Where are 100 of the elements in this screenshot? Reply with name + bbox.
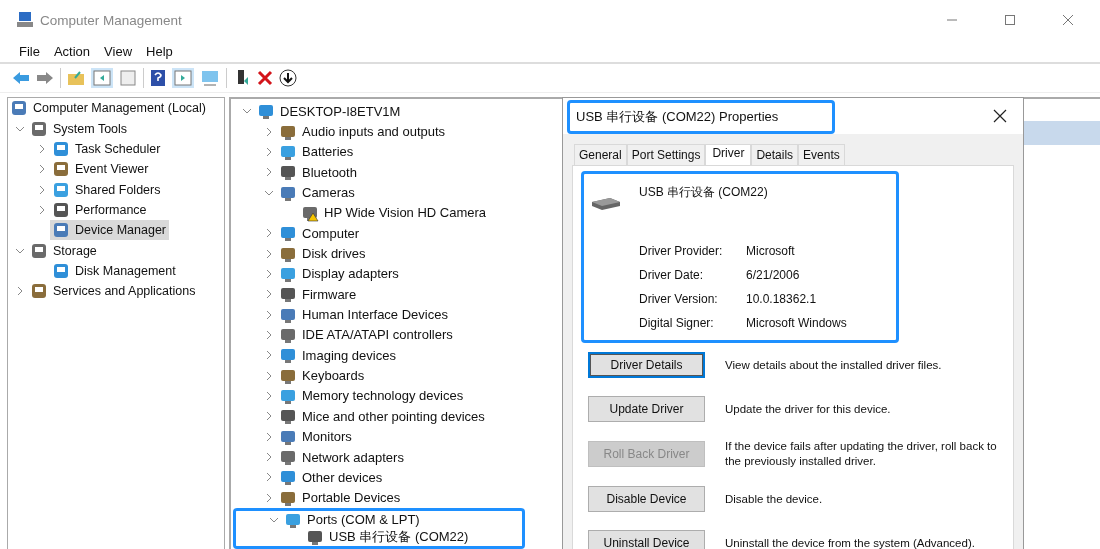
device-tree-item[interactable]: Batteries — [277, 141, 357, 162]
tool-icon — [52, 200, 70, 219]
device-tree-item[interactable]: Monitors — [277, 426, 355, 447]
back-arrow-icon[interactable] — [12, 70, 30, 86]
tree-item[interactable]: Storage — [28, 240, 100, 261]
chevron-right-icon[interactable] — [265, 472, 273, 483]
chevron-right-icon[interactable] — [265, 329, 273, 340]
device-tree-item[interactable]: DESKTOP-I8ETV1M — [255, 101, 404, 122]
tree-item[interactable]: Event Viewer — [50, 159, 152, 180]
chevron-right-icon[interactable] — [38, 164, 46, 175]
forward-arrow-icon[interactable] — [36, 70, 54, 86]
chevron-right-icon[interactable] — [265, 350, 273, 361]
chevron-right-icon[interactable] — [265, 228, 273, 239]
driver-action-button[interactable]: Update Driver — [588, 396, 705, 422]
chevron-right-icon[interactable] — [38, 143, 46, 154]
menu-item[interactable]: View — [104, 43, 133, 59]
chevron-down-icon[interactable] — [242, 107, 252, 116]
device-tree-item[interactable]: Cameras — [277, 182, 358, 203]
device-tree-item[interactable]: Computer — [277, 223, 363, 244]
device-icon — [257, 102, 275, 121]
device-icon — [279, 285, 297, 304]
device-tree-item[interactable]: IDE ATA/ATAPI controllers — [277, 324, 456, 345]
monitor-icon[interactable] — [200, 69, 220, 87]
chevron-right-icon[interactable] — [16, 286, 24, 297]
device-name: USB 串行设备 (COM22) — [639, 184, 768, 201]
tree-item[interactable]: Performance — [50, 199, 150, 220]
chevron-right-icon[interactable] — [265, 431, 273, 442]
device-tree-item[interactable]: Other devices — [277, 467, 386, 488]
device-tree-item[interactable]: Network adapters — [277, 447, 407, 467]
tool-icon — [10, 99, 28, 118]
chevron-right-icon[interactable] — [265, 411, 273, 422]
property-label: Digital Signer: — [639, 316, 715, 330]
device-tree-item[interactable]: Display adapters — [277, 263, 402, 284]
dialog-title: USB 串行设备 (COM22) Properties — [567, 100, 835, 134]
download-icon[interactable] — [279, 69, 297, 87]
tab[interactable]: Driver — [705, 144, 752, 165]
chevron-right-icon[interactable] — [265, 289, 273, 300]
device-tree-item[interactable]: Keyboards — [277, 365, 368, 386]
chevron-right-icon[interactable] — [265, 126, 273, 137]
chevron-down-icon[interactable] — [269, 515, 279, 524]
tree-item[interactable]: Services and Applications — [28, 281, 199, 302]
chevron-right-icon[interactable] — [38, 204, 46, 215]
tree-item[interactable]: Task Scheduler — [50, 138, 164, 159]
panel-icon[interactable] — [91, 68, 113, 88]
tool-icon — [52, 160, 70, 179]
chevron-right-icon[interactable] — [265, 309, 273, 320]
close-icon[interactable] — [993, 109, 1007, 123]
device-tree-item[interactable]: Portable Devices — [277, 487, 404, 508]
chevron-down-icon[interactable] — [15, 246, 25, 255]
chevron-right-icon[interactable] — [265, 452, 273, 462]
chevron-right-icon[interactable] — [265, 167, 273, 178]
app-icon — [16, 11, 34, 29]
chevron-right-icon[interactable] — [265, 492, 273, 503]
folder-icon[interactable] — [67, 70, 85, 86]
chevron-right-icon[interactable] — [265, 146, 273, 157]
tool-icon — [52, 221, 70, 240]
tab[interactable]: Events — [798, 144, 845, 165]
chevron-right-icon[interactable] — [265, 248, 273, 259]
device-tree-item[interactable]: Imaging devices — [277, 345, 399, 366]
help-icon[interactable] — [150, 69, 166, 87]
device-tree-item[interactable]: Bluetooth — [277, 162, 360, 183]
device-tree-item[interactable]: Disk drives — [277, 243, 369, 264]
chevron-right-icon[interactable] — [265, 391, 273, 401]
chevron-down-icon[interactable] — [15, 124, 25, 133]
delete-icon[interactable] — [257, 70, 273, 86]
device-tree-item[interactable]: Mice and other pointing devices — [277, 406, 488, 427]
serial-connector-icon — [590, 196, 622, 212]
driver-action-button[interactable]: Uninstall Device — [588, 530, 705, 549]
device-tree-item[interactable]: Ports (COM & LPT) — [282, 509, 423, 530]
driver-action-button[interactable]: Driver Details — [588, 352, 705, 378]
panel-icon[interactable] — [172, 68, 194, 88]
device-tree-item[interactable]: Human Interface Devices — [277, 304, 451, 325]
menu-item[interactable]: Action — [53, 43, 91, 59]
tree-item[interactable]: System Tools — [28, 118, 131, 139]
device-tree-item[interactable]: Audio inputs and outputs — [277, 121, 449, 142]
property-label: Driver Provider: — [639, 244, 724, 258]
device-tree-item[interactable]: HP Wide Vision HD Camera — [299, 202, 490, 223]
tab[interactable]: Port Settings — [626, 144, 706, 165]
driver-action-button[interactable]: Disable Device — [588, 486, 705, 512]
action-description: Disable the device. — [725, 491, 824, 507]
action-description: Update the driver for this device. — [725, 401, 892, 417]
tree-item[interactable]: Computer Management (Local) — [8, 98, 209, 119]
menu-item[interactable]: File — [19, 43, 40, 59]
tab[interactable]: General — [574, 144, 627, 165]
chevron-right-icon[interactable] — [265, 370, 273, 381]
maximize-icon[interactable] — [1004, 14, 1016, 26]
tree-item[interactable]: Shared Folders — [50, 179, 164, 200]
tree-item[interactable]: Disk Management — [50, 260, 179, 281]
device-tree-item[interactable]: Firmware — [277, 284, 360, 305]
device-tree-item[interactable]: Memory technology devices — [277, 386, 467, 406]
chevron-down-icon[interactable] — [264, 188, 274, 197]
tree-item[interactable]: Device Manager — [50, 220, 169, 241]
chevron-right-icon[interactable] — [265, 268, 273, 279]
window-icon[interactable] — [119, 69, 137, 87]
menu-item[interactable]: Help — [146, 43, 173, 59]
chevron-right-icon[interactable] — [38, 184, 46, 195]
tab[interactable]: Details — [751, 144, 799, 165]
device-icon — [279, 468, 297, 487]
property-value: 10.0.18362.1 — [746, 292, 818, 306]
tool-icon — [30, 241, 48, 260]
